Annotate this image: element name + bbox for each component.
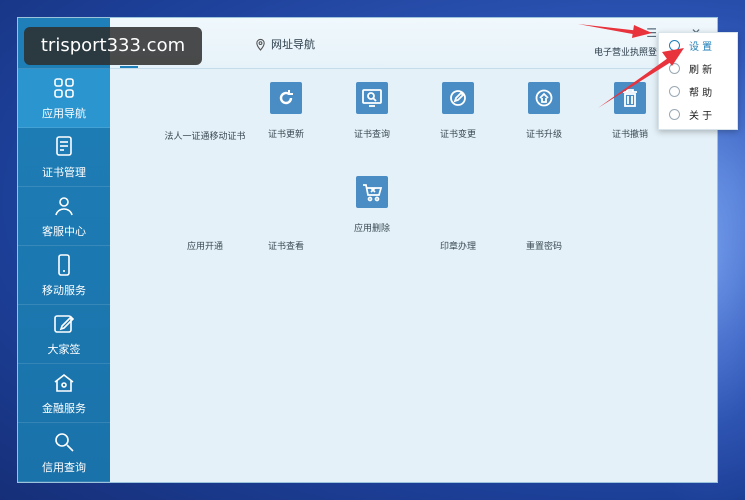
red-arrow-to-settings — [598, 48, 684, 108]
annotation-arrows — [578, 24, 684, 108]
watermark-label: trisport333.com — [24, 27, 202, 65]
red-arrow-to-menu — [578, 24, 652, 38]
